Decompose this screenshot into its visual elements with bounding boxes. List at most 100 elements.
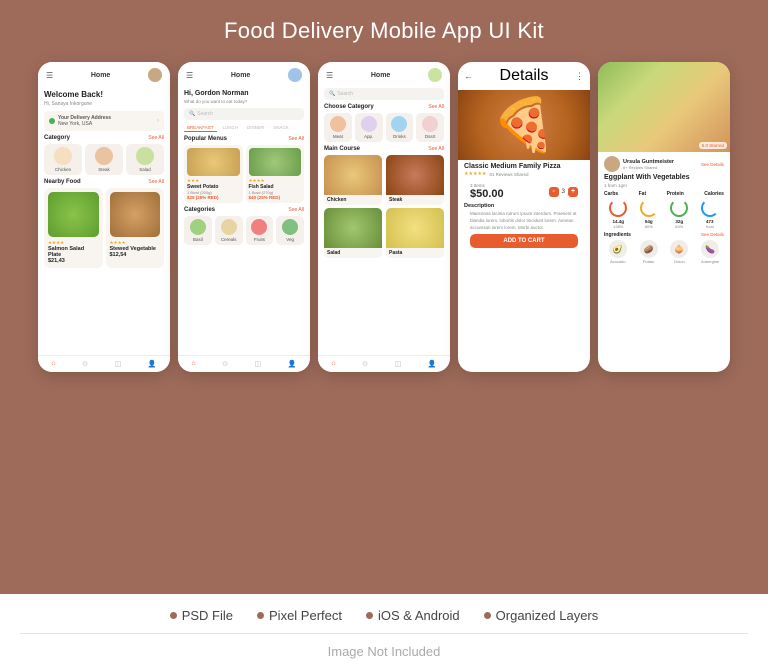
tab-dinner[interactable]: DINNER (244, 124, 267, 132)
avatar-3 (428, 68, 442, 82)
divider (20, 633, 748, 634)
chevron-right-icon: › (157, 118, 159, 124)
cat-vegetables[interactable]: Veg (276, 216, 304, 245)
cart-nav-icon-3[interactable]: ◫ (395, 360, 402, 368)
choose-see-all[interactable]: See All (428, 104, 444, 110)
bottom-nav-2: ⌂ ⊙ ◫ 👤 (178, 355, 310, 372)
category-see-all[interactable]: See All (148, 135, 164, 141)
cat-basil[interactable]: Basil (184, 216, 212, 245)
main-course-see-all[interactable]: See All (428, 146, 444, 152)
cat-dessert[interactable]: Dssrt (416, 113, 444, 142)
back-icon[interactable]: ← (464, 71, 473, 81)
s5-user: Ursula Guntmeister 6+ Recipes Shared See… (604, 156, 724, 172)
delivery-address: New York, USA (58, 121, 111, 127)
greeting-sub: What do you want to eat today? (184, 99, 304, 104)
mc-label-chicken: Chicken (324, 195, 382, 205)
cat-label-veg: Veg (286, 237, 294, 242)
ingr-label-onion: Onion (666, 259, 694, 264)
cat-icon-appetizer (361, 116, 377, 132)
macro-protein-title: Protein (667, 191, 684, 197)
qty-minus[interactable]: - (549, 187, 559, 197)
cat-label-drinks: Drinks (393, 134, 406, 139)
home-nav-icon-3[interactable]: ⌂ (331, 360, 335, 368)
cart-nav-icon[interactable]: ◫ (115, 360, 122, 368)
cat-circle-steak (95, 147, 113, 165)
ingr-circle-aubergine: 🍆 (701, 240, 719, 258)
avatar-2 (288, 68, 302, 82)
delivery-box: Your Delivery Address New York, USA › (44, 111, 164, 131)
feature-dot-layers (484, 612, 491, 619)
profile-nav-icon[interactable]: 👤 (148, 360, 157, 368)
s5-photo: 5.0 Starred (598, 62, 730, 152)
ingr-circle-potato: 🥔 (640, 240, 658, 258)
search-nav-icon[interactable]: ⊙ (82, 360, 88, 368)
ingr-header: Ingredients See Details (604, 232, 724, 238)
cat-steak[interactable]: Steak (85, 144, 123, 175)
choose-title: Choose Category (324, 104, 374, 110)
feature-ios: iOS & Android (366, 608, 460, 623)
feature-label-layers: Organized Layers (496, 608, 599, 623)
cart-nav-icon-2[interactable]: ◫ (255, 360, 262, 368)
home-nav-icon[interactable]: ⌂ (51, 360, 55, 368)
popular-grid: ★★★ Sweet Potato 1 Bowl (200g) $20 (25% … (184, 145, 304, 203)
see-details-link[interactable]: See Details (701, 162, 724, 167)
category-title: Category (44, 135, 70, 141)
choose-cats: Meat App. Drinks Dssrt (324, 113, 444, 142)
main-course-header: Main Course See All (324, 146, 444, 152)
food-name-1: Salmon Salad Plate (48, 246, 99, 258)
cat-salad[interactable]: Salad (126, 144, 164, 175)
search-bar-3[interactable]: 🔍 Search (324, 88, 444, 100)
categories-see-all-2[interactable]: See All (288, 207, 304, 213)
feature-dot-pixel (257, 612, 264, 619)
food-img-1 (48, 192, 99, 237)
pop-price-2: $40 (25% RED) (249, 195, 302, 200)
mc-salad: Salad (324, 208, 382, 258)
tab-lunch[interactable]: LUNCH (220, 124, 242, 132)
cat-cereals[interactable]: Cereals (215, 216, 243, 245)
search-nav-icon-3[interactable]: ⊙ (362, 360, 368, 368)
top-section: Food Delivery Mobile App UI Kit ☰ Home W… (0, 0, 768, 594)
tab-breakfast[interactable]: BREAKFAST (184, 124, 217, 132)
qty-plus[interactable]: + (568, 187, 578, 197)
cat-label-meat: Meat (333, 134, 343, 139)
feature-label-psd: PSD File (182, 608, 233, 623)
ingr-see-details[interactable]: See Details (701, 232, 724, 238)
ingredients-title: Ingredients (604, 232, 631, 238)
bottom-nav-3: ⌂ ⊙ ◫ 👤 (318, 355, 450, 372)
nearby-see-all[interactable]: See All (148, 179, 164, 185)
add-cart-btn[interactable]: ADD TO CART (470, 234, 578, 248)
cat-circle-salad (136, 147, 154, 165)
cat-chicken[interactable]: Chicken (44, 144, 82, 175)
category-row: Chicken Steak Salad (44, 144, 164, 175)
phone-bar-3: ☰ Home (318, 62, 450, 84)
ingr-label-aubergine: Aubergine (696, 259, 724, 264)
popular-see-all[interactable]: See All (288, 136, 304, 142)
cat-label-appetizer: App. (364, 134, 373, 139)
mc-label-salad: Salad (324, 248, 382, 258)
search-bar-2[interactable]: 🔍 Search (184, 108, 304, 120)
cat-meat[interactable]: Meat (324, 113, 352, 142)
home-nav-icon-2[interactable]: ⌂ (191, 360, 195, 368)
phone-screen-5: 5.0 Starred Ursula Guntmeister 6+ Recipe… (598, 62, 730, 372)
tab-snack[interactable]: SNACK (270, 124, 292, 132)
cat-appetizer[interactable]: App. (355, 113, 383, 142)
more-icon[interactable]: ⋮ (575, 71, 584, 82)
screen2-title: Home (231, 72, 250, 79)
bottom-section: PSD File Pixel Perfect iOS & Android Org… (0, 594, 768, 667)
profile-nav-icon-3[interactable]: 👤 (428, 360, 437, 368)
menu-icon-2: ☰ (186, 71, 193, 80)
mc-img-chicken (324, 155, 382, 195)
pop-img-2 (249, 148, 302, 176)
cat-label-cereals: Cereals (221, 237, 237, 242)
phone-screen-3: ☰ Home 🔍 Search Choose Category See All … (318, 62, 450, 372)
screen5-content: Ursula Guntmeister 6+ Recipes Shared See… (598, 152, 730, 372)
search-nav-icon-2[interactable]: ⊙ (222, 360, 228, 368)
cat-drinks[interactable]: Drinks (386, 113, 414, 142)
cat-icon-drinks (391, 116, 407, 132)
cat-fruits[interactable]: Fruits (246, 216, 274, 245)
cat-icon-meat (330, 116, 346, 132)
ingr-circle-onion: 🧅 (670, 240, 688, 258)
cat-circle-chicken (54, 147, 72, 165)
profile-nav-icon-2[interactable]: 👤 (288, 360, 297, 368)
calories-circle (701, 199, 719, 217)
